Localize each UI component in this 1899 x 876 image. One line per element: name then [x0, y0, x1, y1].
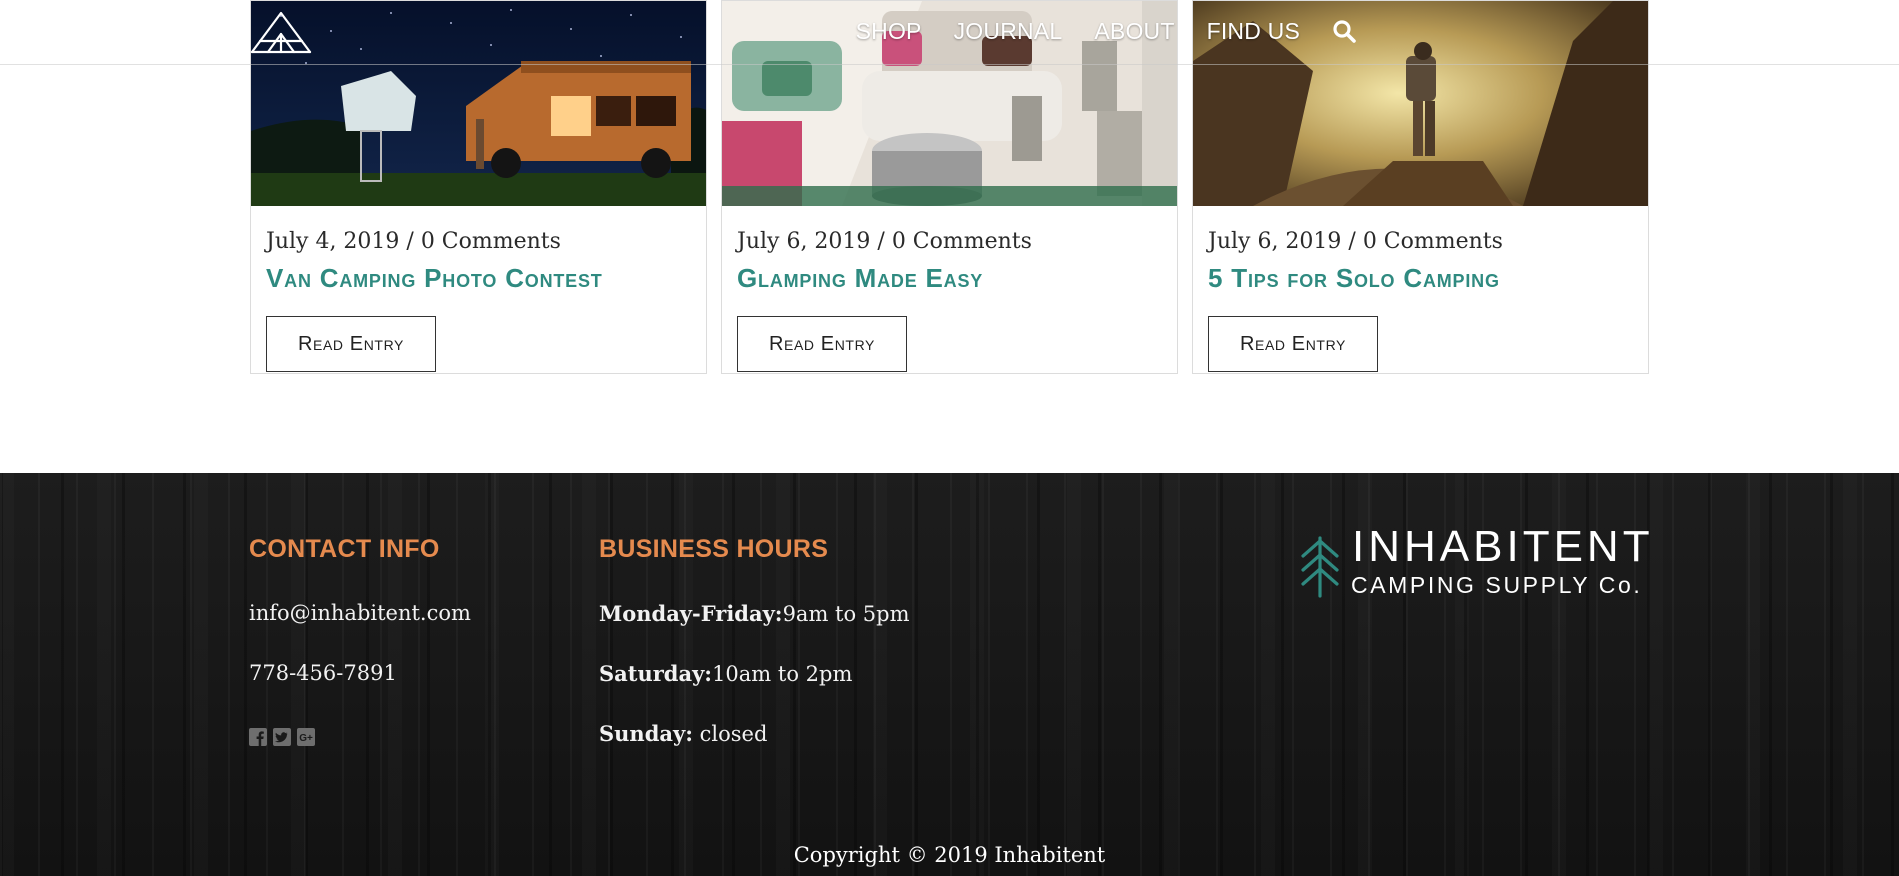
post-meta: July 6, 2019 / 0 Comments — [1208, 229, 1503, 254]
nav-find-us[interactable]: FIND US — [1207, 18, 1300, 45]
hours-time: 9am to 5pm — [782, 602, 910, 626]
brand-subtitle: CAMPING SUPPLY Co. — [1351, 572, 1643, 598]
hours-day: Monday-Friday: — [599, 601, 783, 626]
post-meta: July 6, 2019 / 0 Comments — [737, 229, 1032, 254]
hours-day: Sunday: — [599, 721, 693, 746]
facebook-icon[interactable] — [249, 728, 267, 746]
copyright-text: Copyright © 2019 Inhabitent — [793, 843, 1106, 867]
business-hours-heading: BUSINESS HOURS — [599, 535, 829, 563]
nav-shop[interactable]: SHOP — [856, 18, 922, 45]
hours-row: Saturday:10am to 2pm — [599, 661, 852, 686]
post-title[interactable]: 5 Tips for Solo Camping — [1208, 263, 1500, 294]
post-meta: July 4, 2019 / 0 Comments — [266, 229, 561, 254]
hours-row: Sunday: closed — [599, 721, 767, 746]
hours-day: Saturday: — [599, 661, 713, 686]
hours-row: Monday-Friday:9am to 5pm — [599, 601, 910, 626]
social-links: G+ — [249, 728, 315, 746]
site-footer: CONTACT INFO info@inhabitent.com 778-456… — [0, 473, 1899, 876]
footer-brand-logo[interactable]: INHABITENT CAMPING SUPPLY Co. — [1299, 522, 1651, 603]
pine-tree-icon — [1301, 536, 1339, 598]
main-nav: SHOP JOURNAL ABOUT FIND US — [856, 0, 1356, 62]
read-entry-button[interactable]: Read Entry — [1208, 316, 1378, 372]
site-header: SHOP JOURNAL ABOUT FIND US — [0, 0, 1899, 65]
post-title[interactable]: Van Camping Photo Contest — [266, 263, 603, 294]
contact-phone: 778-456-7891 — [249, 661, 397, 685]
read-entry-button[interactable]: Read Entry — [266, 316, 436, 372]
tent-logo-icon[interactable] — [250, 10, 312, 54]
contact-info-heading: CONTACT INFO — [249, 535, 440, 563]
hours-time: 10am to 2pm — [712, 662, 853, 686]
svg-text:G+: G+ — [299, 733, 313, 744]
google-plus-icon[interactable]: G+ — [297, 728, 315, 746]
hours-time: closed — [692, 722, 768, 746]
nav-journal[interactable]: JOURNAL — [954, 18, 1063, 45]
read-entry-button[interactable]: Read Entry — [737, 316, 907, 372]
twitter-icon[interactable] — [273, 728, 291, 746]
brand-name: INHABITENT — [1352, 522, 1654, 571]
post-title[interactable]: Glamping Made Easy — [737, 263, 983, 294]
search-icon[interactable] — [1332, 19, 1356, 43]
contact-email-link[interactable]: info@inhabitent.com — [249, 601, 471, 625]
nav-about[interactable]: ABOUT — [1094, 18, 1174, 45]
